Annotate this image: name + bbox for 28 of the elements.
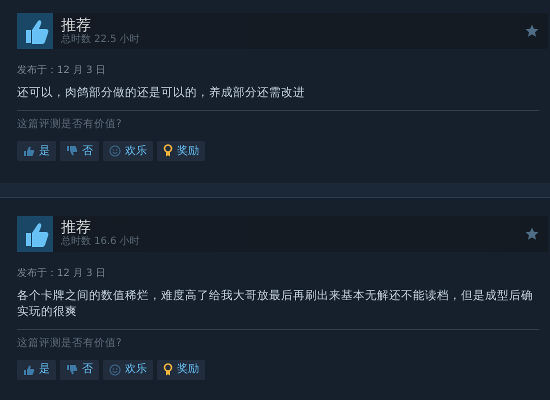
yes-button[interactable]: 是	[17, 360, 56, 380]
smiley-icon	[109, 364, 121, 376]
star-icon[interactable]	[525, 226, 539, 241]
star-icon[interactable]	[525, 24, 539, 38]
smiley-icon	[109, 144, 121, 157]
helpful-prompt: 这篇评测是否有价值?	[17, 117, 123, 132]
funny-button[interactable]: 欢乐	[103, 140, 153, 161]
award-button[interactable]: 奖励	[157, 360, 205, 380]
ribbon-icon	[163, 144, 173, 158]
helpful-prompt: 这篇评测是否有价值?	[17, 336, 123, 351]
funny-button[interactable]: 欢乐	[103, 360, 153, 380]
review-verdict: 推荐	[61, 219, 92, 236]
review-text: 各个卡牌之间的数值稀烂，难度高了给我大哥放最后再刷出来基本无解还不能读档，但是成型后确实玩的很爽	[17, 286, 534, 319]
play-hours: 总时数 16.6 小时	[61, 236, 141, 248]
review-verdict: 推荐	[61, 16, 92, 34]
thumbs-down-icon	[66, 144, 78, 157]
posted-date: 发布于：12 月 3 日	[17, 64, 107, 78]
thumbs-down-icon	[66, 364, 78, 376]
yes-button[interactable]: 是	[17, 140, 56, 161]
no-button[interactable]: 否	[60, 140, 99, 161]
posted-date: 发布于：12 月 3 日	[17, 266, 107, 281]
thumbs-up-icon	[23, 364, 35, 376]
no-button[interactable]: 否	[60, 360, 99, 380]
ribbon-icon	[163, 363, 173, 376]
play-hours: 总时数 22.5 小时	[61, 34, 141, 46]
thumbs-up-icon	[23, 144, 35, 157]
award-button[interactable]: 奖励	[157, 140, 205, 161]
review-text: 还可以，肉鸽部分做的还是可以的，养成部分还需改进	[17, 84, 306, 100]
